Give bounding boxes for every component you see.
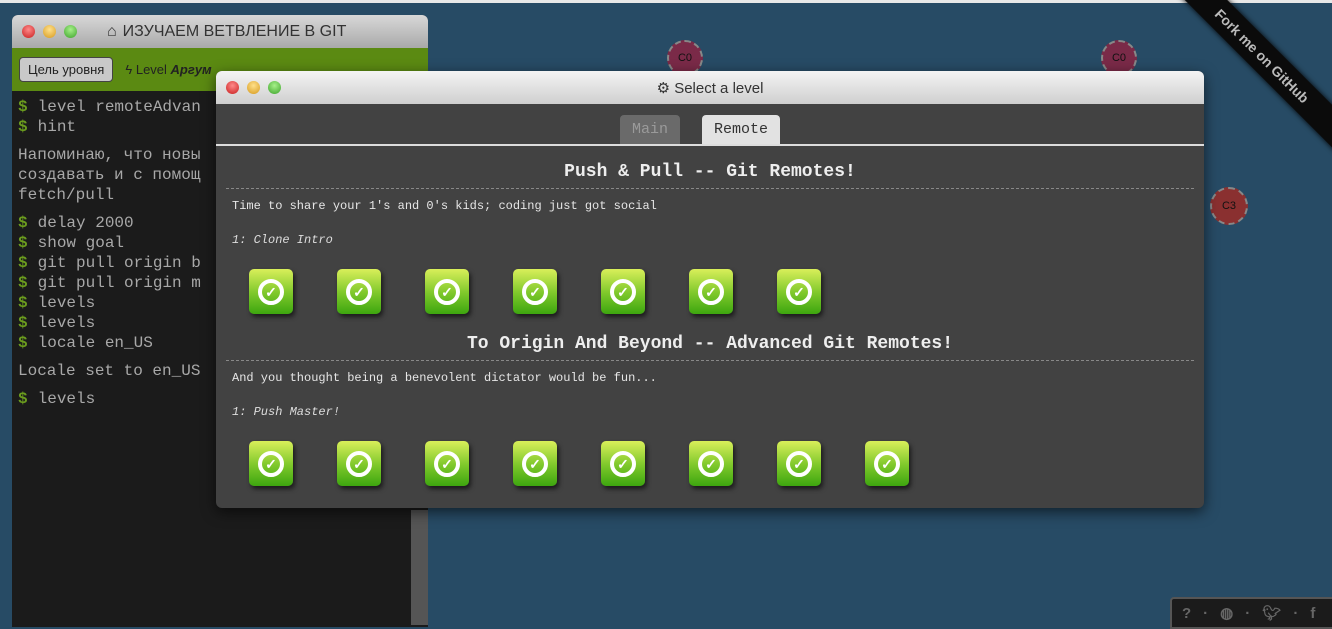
level-name: Аргум [170, 62, 212, 77]
home-icon: ⌂ [107, 22, 117, 40]
twitter-icon[interactable]: 🐦︎ [1262, 604, 1281, 622]
command-text: git pull origin b [37, 254, 201, 272]
level-button[interactable]: ✓ [513, 269, 557, 314]
selected-level-name: 1: Clone Intro [232, 233, 333, 247]
help-icon[interactable]: ? [1182, 605, 1191, 622]
check-icon: ✓ [258, 450, 284, 477]
prompt-symbol: $ [18, 214, 28, 232]
prompt-symbol: $ [18, 314, 28, 332]
level-button[interactable]: ✓ [601, 269, 645, 314]
level-grid: ✓ ✓ ✓ ✓ ✓ ✓ ✓ [226, 247, 1194, 314]
check-icon: ✓ [434, 278, 460, 305]
sequence-title: To Origin And Beyond -- Advanced Git Rem… [226, 314, 1194, 361]
maximize-button[interactable] [64, 25, 77, 38]
minimize-button[interactable] [43, 25, 56, 38]
command-text: level remoteAdvan [37, 98, 201, 116]
output-line: создавать и с помощ [18, 166, 201, 184]
node-label: C0 [1111, 52, 1127, 64]
level-button[interactable]: ✓ [337, 441, 381, 486]
terminal-titlebar: ⌂ ИЗУЧАЕМ ВЕТВЛЕНИЕ В GIT [12, 15, 428, 48]
check-icon: ✓ [786, 278, 812, 305]
level-button[interactable]: ✓ [425, 441, 469, 486]
separator: · [1245, 604, 1251, 622]
level-sequence: To Origin And Beyond -- Advanced Git Rem… [216, 314, 1204, 486]
check-icon: ✓ [610, 278, 636, 305]
node-label: C3 [1221, 200, 1237, 212]
output-line: fetch/pull [18, 186, 115, 204]
level-button[interactable]: ✓ [337, 269, 381, 314]
level-button[interactable]: ✓ [777, 269, 821, 314]
check-icon: ✓ [522, 278, 548, 305]
dialog-titlebar: ⚙ Select a level [216, 71, 1204, 104]
check-icon: ✓ [434, 450, 460, 477]
commit-node-c3: C3 [1210, 187, 1248, 225]
level-indicator: ϟ Level Аргум [125, 62, 211, 77]
prompt-symbol: $ [18, 294, 28, 312]
command-text: delay 2000 [37, 214, 134, 232]
check-icon: ✓ [610, 450, 636, 477]
tab-bar: Main Remote [216, 104, 1204, 146]
level-button[interactable]: ✓ [689, 269, 733, 314]
prompt-symbol: $ [18, 234, 28, 252]
prompt-symbol: $ [18, 274, 28, 292]
prompt-symbol: $ [18, 334, 28, 352]
command-text: locale en_US [37, 334, 153, 352]
level-button[interactable]: ✓ [601, 441, 645, 486]
level-button[interactable]: ✓ [249, 441, 293, 486]
close-button[interactable] [22, 25, 35, 38]
level-grid: ✓ ✓ ✓ ✓ ✓ ✓ ✓ ✓ [226, 419, 1194, 486]
facebook-icon[interactable]: f [1310, 605, 1315, 622]
command-text: levels [37, 314, 96, 332]
command-text: show goal [37, 234, 125, 252]
check-icon: ✓ [346, 278, 372, 305]
select-level-dialog: ⚙ Select a level Main Remote Push & Pull… [216, 71, 1204, 508]
check-icon: ✓ [698, 450, 724, 477]
command-text: git pull origin m [37, 274, 201, 292]
footer-links: ? · ◍ · 🐦︎ · f [1170, 597, 1332, 629]
terminal-scrollbar[interactable] [411, 510, 428, 625]
tab-main[interactable]: Main [619, 115, 680, 144]
separator: · [1203, 604, 1209, 622]
level-button[interactable]: ✓ [249, 269, 293, 314]
level-button[interactable]: ✓ [425, 269, 469, 314]
level-button[interactable]: ✓ [513, 441, 557, 486]
command-text: levels [37, 294, 96, 312]
prompt-symbol: $ [18, 254, 28, 272]
sequence-description: And you thought being a benevolent dicta… [232, 371, 657, 385]
prompt-symbol: $ [18, 390, 28, 408]
gear-icon: ⚙ [656, 79, 671, 97]
selected-level-name: 1: Push Master! [232, 405, 341, 419]
check-icon: ✓ [522, 450, 548, 477]
terminal-title: ИЗУЧАЕМ ВЕТВЛЕНИЕ В GIT [122, 22, 347, 40]
prompt-symbol: $ [18, 98, 28, 116]
check-icon: ✓ [874, 450, 900, 477]
level-button[interactable]: ✓ [689, 441, 733, 486]
dialog-title: Select a level [674, 79, 764, 97]
command-text: levels [37, 390, 96, 408]
prompt-symbol: $ [18, 118, 28, 136]
globe-icon[interactable]: ◍ [1220, 604, 1233, 622]
check-icon: ✓ [786, 450, 812, 477]
level-prefix: Level [135, 62, 167, 77]
sequence-description: Time to share your 1's and 0's kids; cod… [232, 199, 657, 213]
output-line: Напоминаю, что новы [18, 146, 201, 164]
level-button[interactable]: ✓ [777, 441, 821, 486]
node-label: C0 [677, 52, 693, 64]
check-icon: ✓ [258, 278, 284, 305]
tab-remote[interactable]: Remote [702, 115, 781, 144]
level-sequence: Push & Pull -- Git Remotes! Time to share… [216, 146, 1204, 314]
sequence-title: Push & Pull -- Git Remotes! [226, 146, 1194, 189]
level-button[interactable]: ✓ [865, 441, 909, 486]
goal-button[interactable]: Цель уровня [19, 57, 114, 82]
bolt-icon: ϟ [125, 62, 133, 77]
check-icon: ✓ [346, 450, 372, 477]
separator: · [1293, 604, 1299, 622]
check-icon: ✓ [698, 278, 724, 305]
command-text: hint [37, 118, 77, 136]
